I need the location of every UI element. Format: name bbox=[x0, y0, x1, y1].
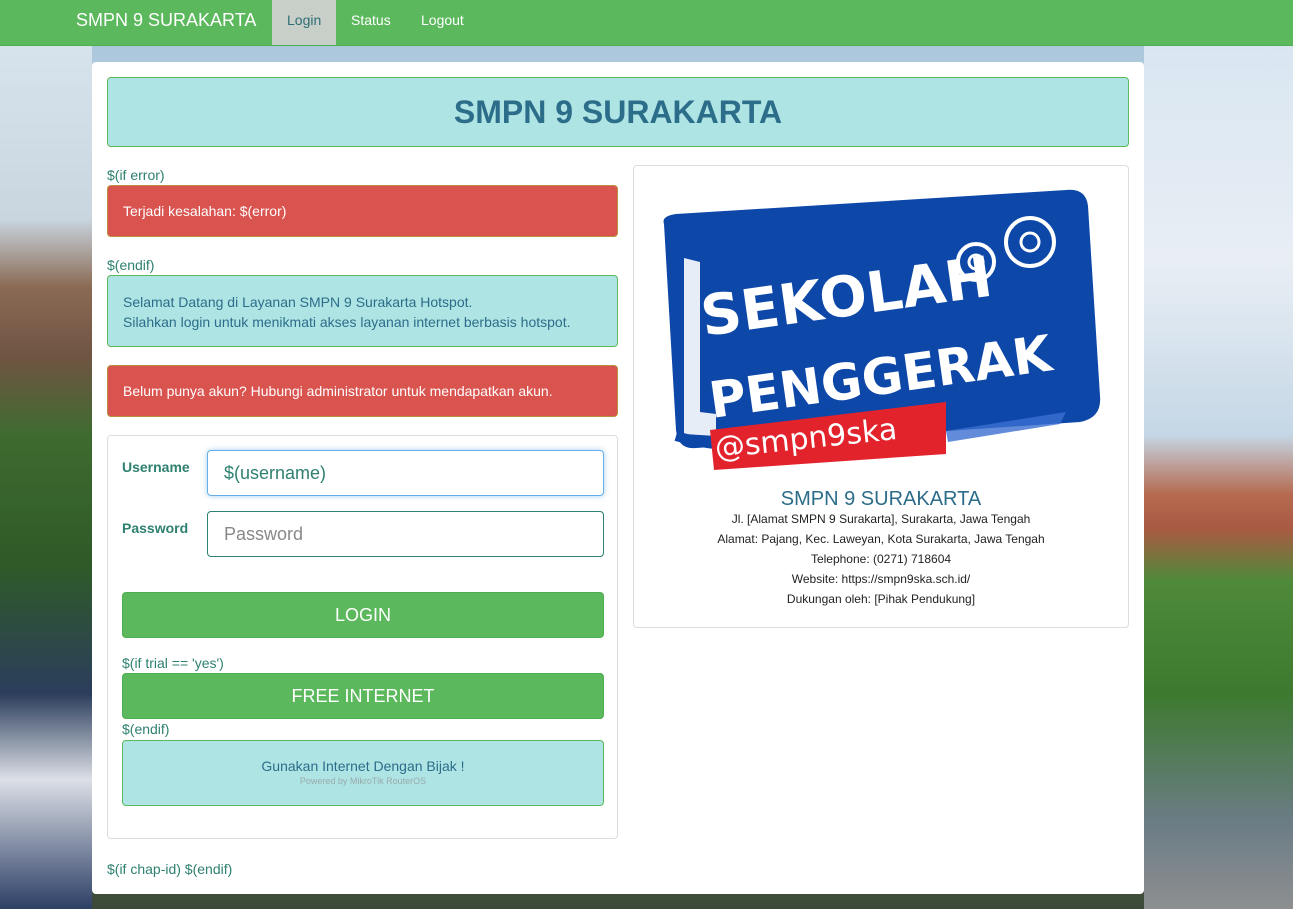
info-address-line: Jl. [Alamat SMPN 9 Surakarta], Surakarta… bbox=[731, 512, 1031, 526]
school-name: SMPN 9 SURAKARTA bbox=[780, 488, 982, 510]
error-alert: Terjadi kesalahan: $(error) bbox=[107, 185, 618, 237]
error-alert-text: Terjadi kesalahan: $(error) bbox=[123, 203, 287, 219]
nav-login[interactable]: Login bbox=[272, 0, 336, 45]
username-input[interactable] bbox=[207, 450, 604, 496]
background-photo-left bbox=[0, 46, 92, 909]
template-chap: $(if chap-id) $(endif) bbox=[107, 861, 233, 877]
free-internet-button[interactable]: FREE INTERNET bbox=[122, 673, 604, 719]
info-support-line: Dukungan oleh: [Pihak Pendukung] bbox=[786, 592, 976, 606]
template-if-error: $(if error) bbox=[107, 167, 165, 183]
brand-link[interactable]: SMPN 9 SURAKARTA bbox=[76, 10, 256, 31]
nav-status[interactable]: Status bbox=[336, 0, 406, 45]
info-alamat-line: Alamat: Pajang, Kec. Laweyan, Kota Surak… bbox=[717, 532, 1045, 546]
password-label: Password bbox=[122, 520, 189, 536]
powered-by-text: Powered by MikroTik RouterOS bbox=[299, 776, 427, 786]
template-endif: $(endif) bbox=[107, 257, 155, 273]
welcome-alert: Selamat Datang di Layanan SMPN 9 Surakar… bbox=[107, 275, 618, 347]
sekolah-penggerak-logo: SEKOLAH PENGGERAK @smpn9ska bbox=[663, 189, 1101, 470]
welcome-line-2: Silahkan login untuk menikmati akses lay… bbox=[123, 314, 571, 330]
no-account-text: Belum punya akun? Hubungi administrator … bbox=[123, 383, 553, 399]
page-title: SMPN 9 SURAKARTA bbox=[107, 77, 1129, 147]
login-form: Username Password LOGIN $(if trial == 'y… bbox=[107, 435, 618, 839]
info-telephone-line: Telephone: (0271) 718604 bbox=[810, 552, 952, 566]
template-if-trial: $(if trial == 'yes') bbox=[122, 655, 224, 671]
info-website-line[interactable]: Website: https://smpn9ska.sch.id/ bbox=[634, 572, 1128, 586]
username-label: Username bbox=[122, 459, 190, 475]
footer-text: Gunakan Internet Dengan Bijak ! bbox=[261, 758, 465, 774]
top-navbar: SMPN 9 SURAKARTA Login Status Logout bbox=[0, 0, 1293, 46]
nav-logout[interactable]: Logout bbox=[406, 0, 479, 45]
no-account-alert: Belum punya akun? Hubungi administrator … bbox=[107, 365, 618, 417]
login-button[interactable]: LOGIN bbox=[122, 592, 604, 638]
footer-notice: Gunakan Internet Dengan Bijak ! Powered … bbox=[122, 740, 604, 806]
main-panel: SMPN 9 SURAKARTA $(if error) Terjadi kes… bbox=[92, 62, 1144, 894]
welcome-line-1: Selamat Datang di Layanan SMPN 9 Surakar… bbox=[123, 294, 473, 310]
school-info-card: SEKOLAH PENGGERAK @smpn9ska SMPN 9 SURAK… bbox=[633, 165, 1129, 628]
background-photo-right bbox=[1144, 46, 1293, 909]
password-input[interactable] bbox=[207, 511, 604, 557]
template-endif-trial: $(endif) bbox=[122, 721, 170, 737]
